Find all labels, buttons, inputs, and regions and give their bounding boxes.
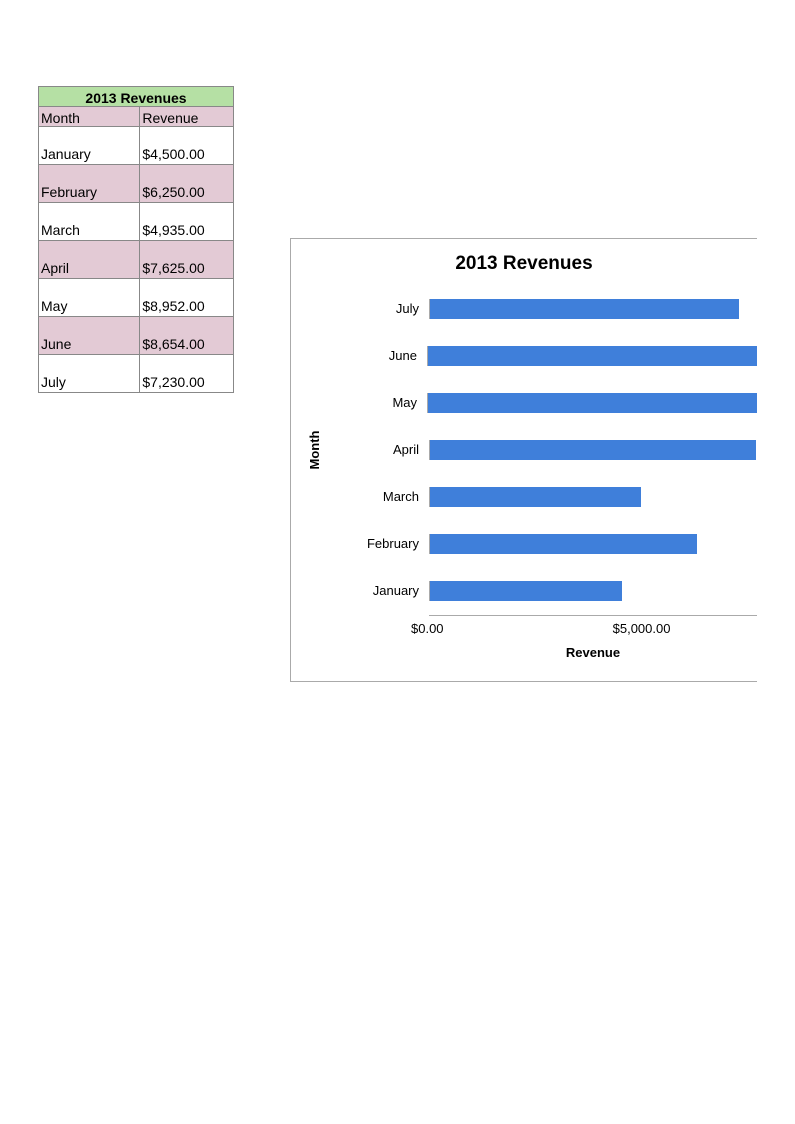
chart-bar xyxy=(428,393,757,413)
chart-x-axis-label: Revenue xyxy=(429,645,757,660)
cell-revenue: $7,625.00 xyxy=(140,241,234,279)
chart-category-label: June xyxy=(353,348,427,363)
cell-revenue: $6,250.00 xyxy=(140,165,234,203)
chart-bar xyxy=(430,487,641,507)
cell-month: January xyxy=(39,127,140,165)
chart-bar-row: March xyxy=(353,473,757,520)
table-row: May$8,952.00 xyxy=(39,279,234,317)
chart-bar-row: May xyxy=(353,379,757,426)
chart-plot-area: Month JulyJuneMayAprilMarchFebruaryJanua… xyxy=(353,285,757,615)
cell-revenue: $7,230.00 xyxy=(140,355,234,393)
revenues-chart: 2013 Revenues Month July June May April Marc… xyxy=(290,238,757,682)
cell-month: May xyxy=(39,279,140,317)
cell-revenue: $8,654.00 xyxy=(140,317,234,355)
header-revenue: Revenue xyxy=(140,107,234,127)
table-row: January$4,500.00 xyxy=(39,127,234,165)
cell-revenue: $8,952.00 xyxy=(140,279,234,317)
chart-bar xyxy=(430,299,739,319)
chart-x-axis: $0.00 $5,000.00 Revenue xyxy=(429,615,757,669)
chart-bar-row: February xyxy=(353,520,757,567)
chart-category-label: January xyxy=(353,583,429,598)
table-row: April$7,625.00 xyxy=(39,241,234,279)
cell-month: February xyxy=(39,165,140,203)
chart-y-axis-label: Month xyxy=(307,431,322,470)
x-tick-5000: $5,000.00 xyxy=(613,621,671,636)
chart-category-label: April xyxy=(353,442,429,457)
chart-bar-row: January xyxy=(353,567,757,614)
cell-revenue: $4,500.00 xyxy=(140,127,234,165)
table-row: July$7,230.00 xyxy=(39,355,234,393)
cell-revenue: $4,935.00 xyxy=(140,203,234,241)
chart-title: 2013 Revenues xyxy=(291,253,757,275)
cell-month: July xyxy=(39,355,140,393)
chart-bar-row: June xyxy=(353,332,757,379)
table-row: February$6,250.00 xyxy=(39,165,234,203)
cell-month: April xyxy=(39,241,140,279)
chart-bar xyxy=(430,440,756,460)
table-row: June$8,654.00 xyxy=(39,317,234,355)
chart-category-label: July xyxy=(353,301,429,316)
chart-bar xyxy=(430,534,697,554)
table-header-row: Month Revenue xyxy=(39,107,234,127)
chart-category-label: March xyxy=(353,489,429,504)
cell-month: March xyxy=(39,203,140,241)
chart-bar-row: April xyxy=(353,426,757,473)
table-row: March$4,935.00 xyxy=(39,203,234,241)
revenues-table: 2013 Revenues Month Revenue January$4,50… xyxy=(38,86,234,393)
chart-bar-row: July xyxy=(353,285,757,332)
x-tick-0: $0.00 xyxy=(411,621,444,636)
chart-category-label: May xyxy=(353,395,427,410)
chart-bar xyxy=(428,346,757,366)
chart-category-label: February xyxy=(353,536,429,551)
table-title: 2013 Revenues xyxy=(39,87,234,107)
header-month: Month xyxy=(39,107,140,127)
cell-month: June xyxy=(39,317,140,355)
chart-bar xyxy=(430,581,622,601)
